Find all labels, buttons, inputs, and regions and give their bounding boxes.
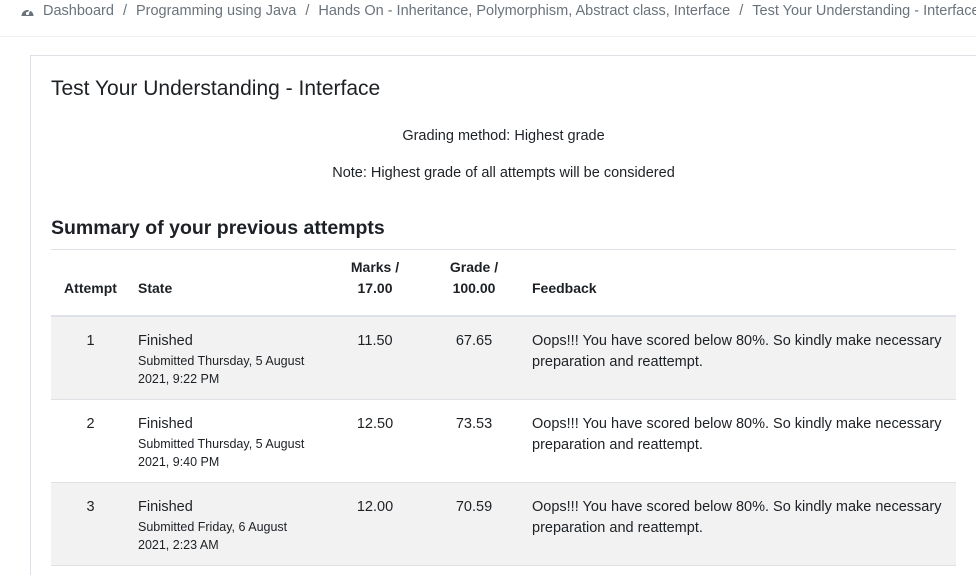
- column-header-grade: Grade / 100.00: [424, 250, 524, 317]
- breadcrumb-dashboard[interactable]: Dashboard: [43, 3, 114, 19]
- breadcrumb-separator: /: [739, 3, 744, 19]
- column-header-grade-line1: Grade /: [449, 259, 499, 275]
- column-header-attempt: Attempt: [51, 250, 130, 317]
- breadcrumb-course[interactable]: Programming using Java: [136, 3, 296, 19]
- breadcrumb-separator: /: [305, 3, 310, 19]
- breadcrumb: Dashboard / Programming using Java / Han…: [20, 2, 976, 20]
- attempt-grade: 73.53: [424, 399, 524, 483]
- column-header-marks-line1: Marks /: [350, 259, 400, 275]
- column-header-feedback: Feedback: [524, 250, 956, 317]
- breadcrumb-separator: /: [122, 3, 127, 19]
- table-row: 3 Finished Submitted Friday, 6 August 20…: [51, 482, 956, 566]
- attempt-marks: 12.50: [326, 399, 424, 483]
- attempt-number: 3: [51, 482, 130, 566]
- column-header-marks: Marks / 17.00: [326, 250, 424, 317]
- attempt-submitted-time: Submitted Thursday, 5 August 2021, 9:40 …: [138, 436, 305, 469]
- attempt-feedback: Oops!!! You have scored below 80%. So ki…: [524, 482, 956, 566]
- attempt-submitted-time: Submitted Thursday, 5 August 2021, 9:22 …: [138, 354, 305, 386]
- summary-heading: Summary of your previous attempts: [51, 217, 385, 239]
- attempt-number: 2: [51, 399, 130, 483]
- attempt-number: 1: [51, 316, 130, 400]
- grading-method-text: Grading method: Highest grade: [402, 128, 605, 144]
- attempt-state: Finished: [138, 333, 193, 349]
- attempt-grade: 70.59: [424, 482, 524, 566]
- attempt-state: Finished: [138, 498, 193, 515]
- breadcrumb-current[interactable]: Test Your Understanding - Interface: [752, 3, 976, 19]
- table-header-row: Attempt State Marks / 17.00 Grade / 100.…: [51, 250, 956, 317]
- attempt-state-cell: Finished Submitted Friday, 6 August 2021…: [130, 482, 326, 566]
- page-title: Test Your Understanding - Interface: [51, 77, 381, 100]
- attempt-grade: 67.65: [424, 316, 524, 400]
- grading-note-text: Note: Highest grade of all attempts will…: [332, 165, 675, 181]
- attempt-state-cell: Finished Submitted Thursday, 5 August 20…: [130, 316, 326, 400]
- table-row: 2 Finished Submitted Thursday, 5 August …: [51, 399, 956, 483]
- column-header-grade-line2: 100.00: [452, 280, 496, 296]
- breadcrumb-section[interactable]: Hands On - Inheritance, Polymorphism, Ab…: [318, 3, 730, 19]
- attempt-feedback: Oops!!! You have scored below 80%. So ki…: [524, 399, 956, 483]
- column-header-marks-line2: 17.00: [357, 280, 393, 296]
- attempt-marks: 12.00: [326, 482, 424, 566]
- column-header-state: State: [130, 250, 326, 317]
- attempt-state: Finished: [138, 415, 193, 432]
- header-divider: [0, 36, 976, 37]
- attempt-marks: 11.50: [326, 316, 424, 400]
- attempts-table: Attempt State Marks / 17.00 Grade / 100.…: [51, 250, 956, 566]
- attempt-state-cell: Finished Submitted Thursday, 5 August 20…: [130, 399, 326, 483]
- attempt-feedback: Oops!!! You have scored below 80%. So ki…: [524, 316, 956, 400]
- table-row: 1 Finished Submitted Thursday, 5 August …: [51, 316, 956, 400]
- attempt-submitted-time: Submitted Friday, 6 August 2021, 2:23 AM: [138, 519, 288, 552]
- dashboard-gauge-icon: [20, 5, 35, 18]
